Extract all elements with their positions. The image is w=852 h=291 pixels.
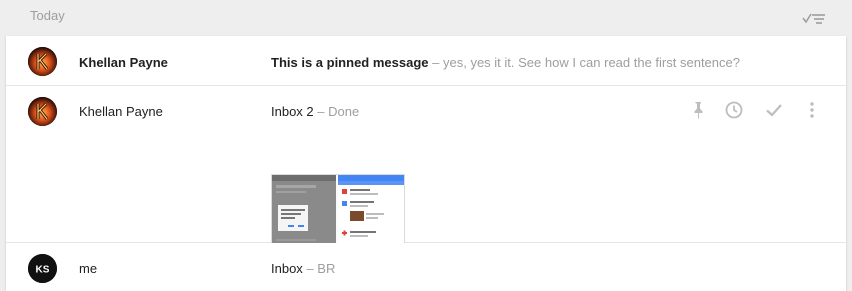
separator: – bbox=[317, 104, 325, 119]
more-vert-icon bbox=[810, 102, 814, 118]
message-list: Khellan Payne This is a pinned message –… bbox=[6, 36, 846, 291]
check-icon bbox=[766, 104, 782, 117]
avatar bbox=[28, 47, 57, 76]
subject: Inbox 2 bbox=[271, 104, 314, 119]
sweep-done-button[interactable] bbox=[800, 6, 828, 30]
row-actions bbox=[686, 98, 826, 122]
subject: This is a pinned message bbox=[271, 55, 429, 70]
message-row[interactable]: KS me Inbox – BR bbox=[6, 243, 846, 291]
separator: – bbox=[432, 55, 440, 70]
subject: Inbox bbox=[271, 261, 303, 276]
sender-name: Khellan Payne bbox=[79, 55, 168, 70]
avatar bbox=[28, 97, 57, 126]
sweep-done-icon bbox=[802, 13, 825, 24]
subject-line: Inbox – BR bbox=[271, 261, 335, 276]
avatar-initials: KS bbox=[36, 265, 50, 276]
pin-button[interactable] bbox=[686, 98, 710, 122]
sender-name: me bbox=[79, 261, 98, 276]
snooze-button[interactable] bbox=[722, 98, 746, 122]
snippet: Done bbox=[328, 104, 360, 119]
section-header: Today bbox=[0, 0, 852, 36]
message-row[interactable]: Khellan Payne Inbox 2 – Done bbox=[6, 86, 846, 264]
avatar: KS bbox=[28, 254, 57, 283]
snippet: yes, yes it it. See how I can read the f… bbox=[442, 55, 740, 70]
done-button[interactable] bbox=[762, 98, 786, 122]
clock-icon bbox=[725, 101, 743, 119]
subject-line: This is a pinned message – yes, yes it i… bbox=[271, 55, 740, 70]
message-row[interactable]: Khellan Payne This is a pinned message –… bbox=[6, 36, 846, 86]
snippet: BR bbox=[317, 261, 336, 276]
pin-icon bbox=[694, 102, 703, 119]
subject-line: Inbox 2 – Done bbox=[271, 104, 359, 119]
separator: – bbox=[306, 261, 314, 276]
sender-name: Khellan Payne bbox=[79, 104, 163, 119]
section-title: Today bbox=[30, 8, 65, 23]
more-button[interactable] bbox=[800, 98, 824, 122]
